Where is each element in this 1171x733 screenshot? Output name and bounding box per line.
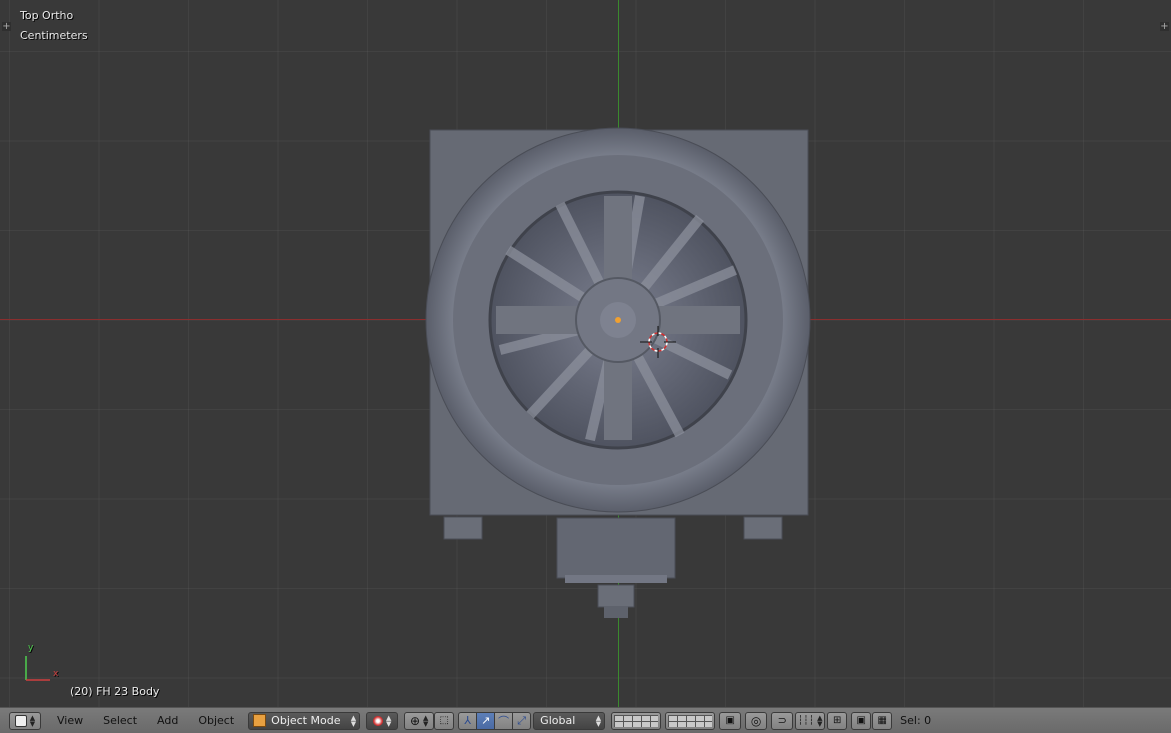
chevron-updown-icon: ▲ ▼ — [423, 713, 429, 728]
left-foot — [443, 516, 483, 540]
orientation-label: Global — [540, 714, 576, 727]
manipulator-group: ⅄ ↗ ⌒ ⤢ — [458, 711, 532, 730]
snap-target-button[interactable]: ⊞ — [827, 711, 848, 730]
pivot-center-icon: ⬚ — [439, 715, 449, 726]
menu-add[interactable]: Add — [147, 714, 188, 727]
proportional-editing-button[interactable]: ◎ — [745, 711, 768, 730]
menu-view[interactable]: View — [47, 714, 93, 727]
snap-increment-icon: ┆┆┆ — [797, 715, 815, 726]
fan-model[interactable] — [0, 0, 1171, 707]
camera-icon: ▣ — [856, 715, 866, 726]
axes-icon: ⅄ — [464, 714, 472, 727]
render-opengl-button[interactable]: ▣ — [851, 711, 872, 730]
chevron-updown-icon: ▲ ▼ — [817, 713, 823, 728]
editor-type-button[interactable]: ▲ ▼ — [9, 711, 41, 730]
viewport-shading-button[interactable]: ▲ ▼ — [366, 711, 399, 730]
axis-y-label: y — [28, 643, 34, 653]
arrow-icon: ↗ — [481, 714, 491, 727]
circle-icon: ◎ — [750, 713, 762, 728]
object-origin — [615, 317, 621, 323]
motor-collar — [565, 575, 667, 583]
layers-grid-icon — [668, 714, 713, 727]
chevron-updown-icon: ▲ ▼ — [595, 713, 602, 728]
cube-icon — [253, 714, 267, 727]
translate-manipulator[interactable]: ↗ — [476, 711, 496, 730]
layers-lock-icon: ▣ — [725, 715, 735, 726]
snap-toggle[interactable]: ⊃ — [771, 711, 794, 730]
chevron-updown-icon: ▲ ▼ — [29, 713, 36, 728]
scene-layers-a[interactable] — [611, 711, 662, 730]
scale-manipulator[interactable]: ⤢ — [512, 711, 532, 730]
layers-grid-icon — [614, 714, 659, 727]
magnet-icon: ⊃ — [777, 714, 787, 727]
axis-widget — [25, 656, 50, 681]
3d-viewport[interactable]: Top Ortho Centimeters y x (20) FH 23 Bod… — [0, 0, 1171, 707]
mode-selector[interactable]: Object Mode ▲ ▼ — [248, 711, 361, 730]
motor-housing — [556, 517, 676, 579]
toolshelf-toggle-icon[interactable]: + — [2, 22, 11, 32]
shading-ball-icon — [372, 715, 383, 726]
rotate-icon: ⌒ — [498, 714, 510, 728]
object-info: (20) FH 23 Body — [70, 685, 160, 698]
right-foot — [743, 516, 783, 540]
snap-element-select[interactable]: ┆┆┆ ▲ ▼ — [795, 711, 826, 730]
menu-select[interactable]: Select — [93, 714, 147, 727]
axis-x-label: x — [53, 669, 59, 679]
unit-label: Centimeters — [20, 29, 88, 42]
selection-status: Sel: 0 — [900, 714, 932, 727]
pivot-icon: ⊕ — [409, 713, 420, 728]
viewport-header: ▲ ▼ View Select Add Object Object Mode ▲ ▼… — [0, 707, 1171, 733]
lock-camera-layers-button[interactable]: ▣ — [719, 711, 742, 730]
manipulator-toggle[interactable]: ⅄ — [458, 711, 478, 730]
properties-toggle-icon[interactable]: + — [1160, 22, 1169, 32]
menu-object[interactable]: Object — [188, 714, 244, 727]
pivot-point-button[interactable]: ⊕ ▲ ▼ — [404, 711, 435, 730]
pivot-center-toggle[interactable]: ⬚ — [434, 711, 455, 730]
shaft-end — [597, 584, 635, 608]
scale-icon: ⤢ — [517, 713, 527, 727]
chevron-updown-icon: ▲ ▼ — [350, 713, 357, 728]
mode-label: Object Mode — [271, 714, 341, 727]
3d-view-icon — [14, 714, 27, 727]
transform-orientation-select[interactable]: Global ▲ ▼ — [533, 711, 606, 730]
render-animation-button[interactable]: ▦ — [872, 711, 893, 730]
rotate-manipulator[interactable]: ⌒ — [494, 711, 514, 730]
chevron-updown-icon: ▲ ▼ — [385, 713, 392, 728]
view-name: Top Ortho — [20, 9, 74, 22]
clapperboard-icon: ▦ — [877, 715, 887, 726]
scene-layers-b[interactable] — [665, 711, 716, 730]
snap-target-icon: ⊞ — [832, 715, 842, 726]
shaft-tip — [604, 606, 628, 618]
